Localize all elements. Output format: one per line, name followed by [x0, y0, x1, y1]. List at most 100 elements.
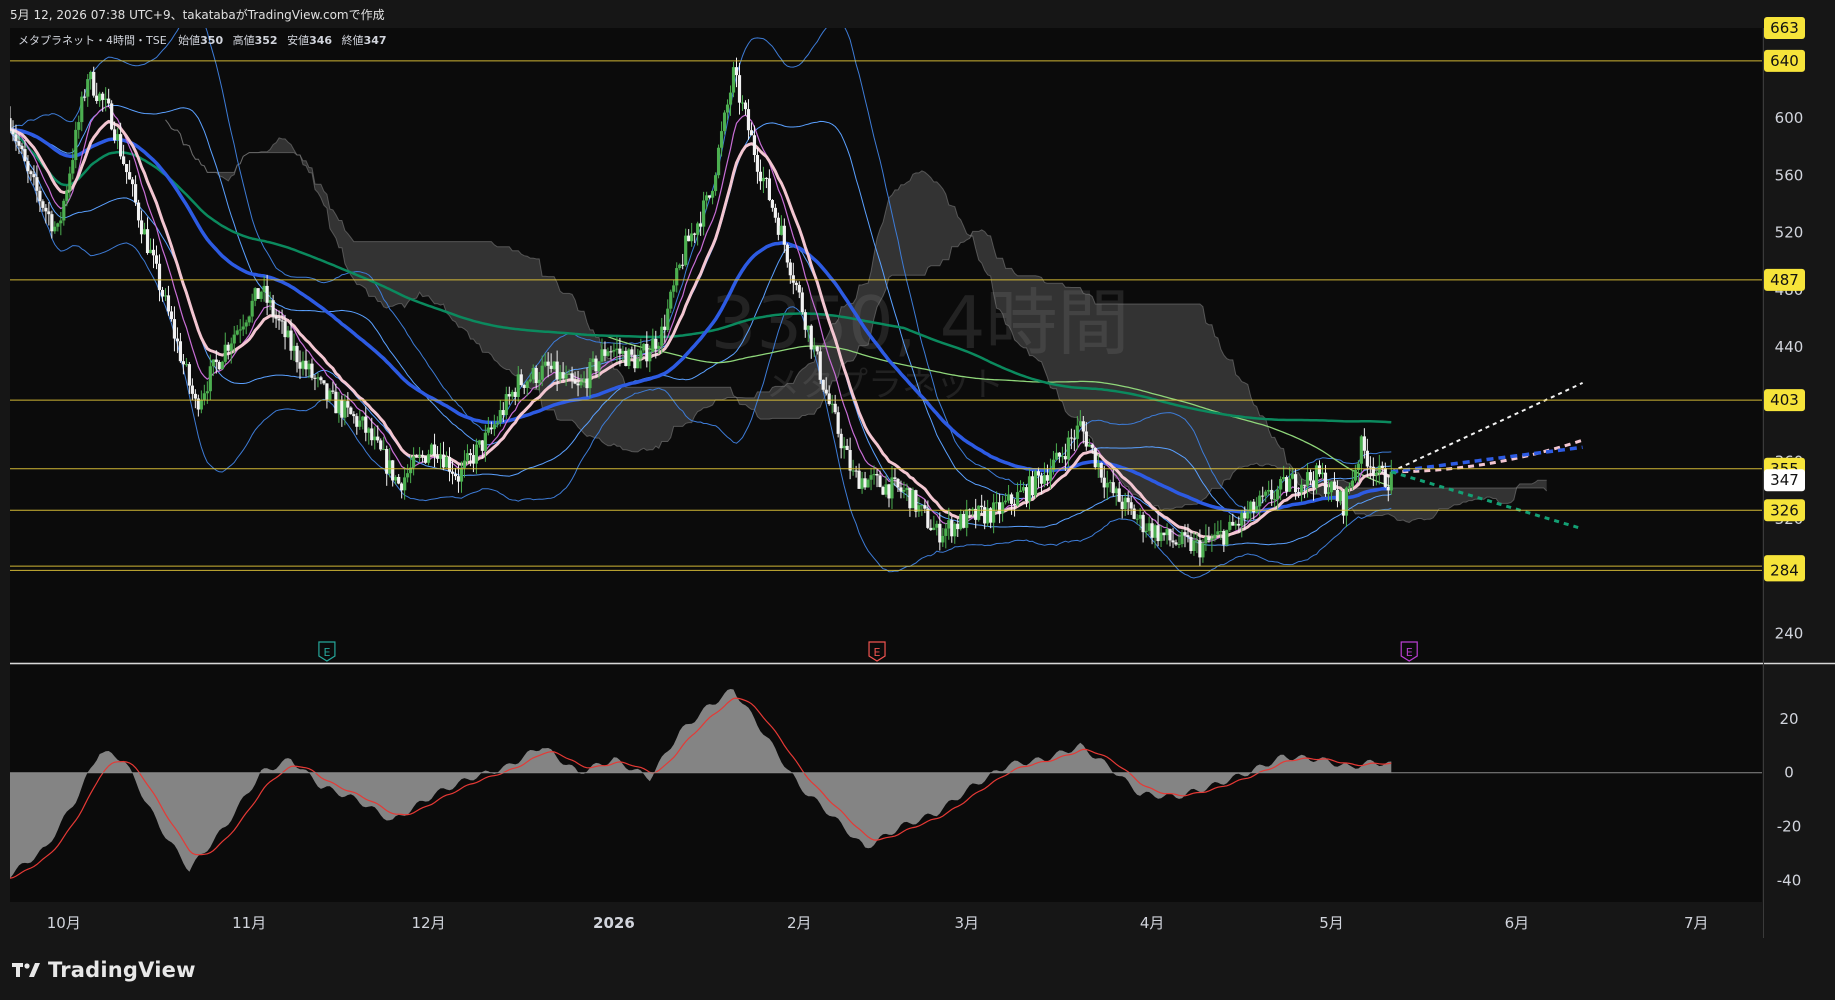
candle-body: [836, 412, 840, 434]
event-marker-label: E: [874, 646, 881, 659]
candle-body: [130, 179, 135, 185]
candle-body: [1153, 525, 1157, 538]
candle-body: [806, 325, 810, 330]
candle-body: [905, 487, 909, 490]
candle-body: [492, 424, 496, 430]
candle-body: [1138, 514, 1142, 519]
candle-body: [80, 96, 84, 123]
price-tag-label: 403: [1770, 391, 1799, 409]
candle-body: [307, 363, 311, 370]
candle-body: [654, 338, 658, 349]
candle-body: [785, 244, 789, 263]
candle-body: [513, 391, 517, 397]
candle-body: [325, 383, 329, 400]
candle-body: [959, 513, 963, 530]
candle-body: [385, 448, 389, 474]
candle-body: [101, 93, 105, 100]
candle-body: [1162, 532, 1166, 536]
candle-body: [178, 341, 183, 362]
candle-body: [666, 308, 670, 330]
candle-body: [181, 361, 186, 365]
candle-body: [510, 391, 514, 397]
candle-body: [1012, 503, 1017, 506]
candle-body: [208, 366, 212, 392]
time-tick-label: 7月: [1684, 914, 1709, 932]
candle-body: [1291, 474, 1295, 479]
candle-body: [740, 102, 745, 104]
candle-body: [1105, 482, 1109, 488]
candle-body: [268, 300, 272, 303]
candle-body: [1192, 540, 1196, 552]
candle-body: [827, 393, 831, 405]
candle-body: [854, 470, 858, 472]
candle-body: [591, 358, 595, 363]
candle-body: [1267, 489, 1271, 492]
candle-body: [465, 453, 470, 461]
time-tick-label: 2026: [593, 914, 635, 932]
candle-body: [1165, 529, 1169, 536]
tradingview-logo[interactable]: TradingView: [12, 958, 196, 982]
candle-body: [169, 311, 174, 320]
candle-body: [1078, 421, 1082, 426]
price-tick-label: 600: [1775, 109, 1804, 127]
candle-body: [848, 449, 852, 471]
candle-body: [211, 359, 215, 367]
candle-body: [645, 343, 649, 362]
candle-body: [471, 455, 476, 464]
oscillator-tick-label: -20: [1777, 818, 1802, 836]
candle-body: [280, 320, 284, 322]
candle-body: [693, 233, 697, 235]
price-tag: 663: [1764, 17, 1805, 39]
candle-body: [202, 393, 206, 400]
legend-close-label: 終値: [342, 33, 364, 47]
time-tick-label: 6月: [1505, 914, 1530, 932]
candle-body: [663, 326, 667, 330]
candle-body: [678, 264, 682, 269]
candle-body: [935, 523, 939, 528]
candle-body: [1320, 472, 1325, 475]
candle-body: [791, 275, 795, 283]
candle-body: [217, 362, 221, 370]
candle-body: [1195, 540, 1199, 542]
candle-body: [1273, 499, 1277, 501]
candle-body: [1293, 474, 1298, 493]
candle-body: [1123, 497, 1127, 510]
candle-body: [483, 432, 487, 451]
legend-close: 347: [364, 34, 387, 47]
candle-body: [364, 416, 368, 433]
oscillator-tick-label: 20: [1779, 710, 1798, 728]
candle-body: [549, 365, 553, 369]
time-axis[interactable]: [10, 904, 1762, 938]
candle-body: [477, 440, 481, 445]
candle-body: [803, 312, 807, 330]
price-tag: 487: [1764, 268, 1805, 291]
price-tag: 403: [1764, 389, 1805, 412]
candle-body: [809, 325, 813, 350]
candle-body: [113, 129, 117, 141]
legend-low-label: 安値: [287, 33, 309, 47]
candle-body: [773, 207, 777, 218]
candle-body: [157, 263, 162, 290]
candle-body: [890, 477, 894, 499]
candle-body: [980, 505, 984, 508]
candle-body: [800, 292, 804, 313]
chart-canvas[interactable]: 3350, 4時間 メタプラネット EEE 240280320360400440…: [0, 0, 1835, 1000]
candle-body: [609, 351, 613, 353]
candle-body: [929, 527, 933, 530]
candle-body: [1018, 490, 1023, 493]
candle-body: [779, 225, 783, 235]
candle-body: [764, 177, 769, 179]
candle-body: [525, 381, 529, 388]
candle-body: [998, 502, 1002, 514]
candle-body: [44, 207, 48, 212]
candle-body: [1362, 436, 1366, 451]
candle-body: [624, 350, 628, 366]
candle-body: [86, 79, 90, 97]
candle-body: [489, 427, 493, 430]
price-tag-label: 347: [1770, 471, 1799, 489]
candle-body: [435, 455, 440, 459]
candle-body: [558, 372, 562, 380]
candle-body: [1365, 450, 1369, 467]
candle-body: [902, 489, 906, 492]
candle-body: [1009, 494, 1014, 504]
